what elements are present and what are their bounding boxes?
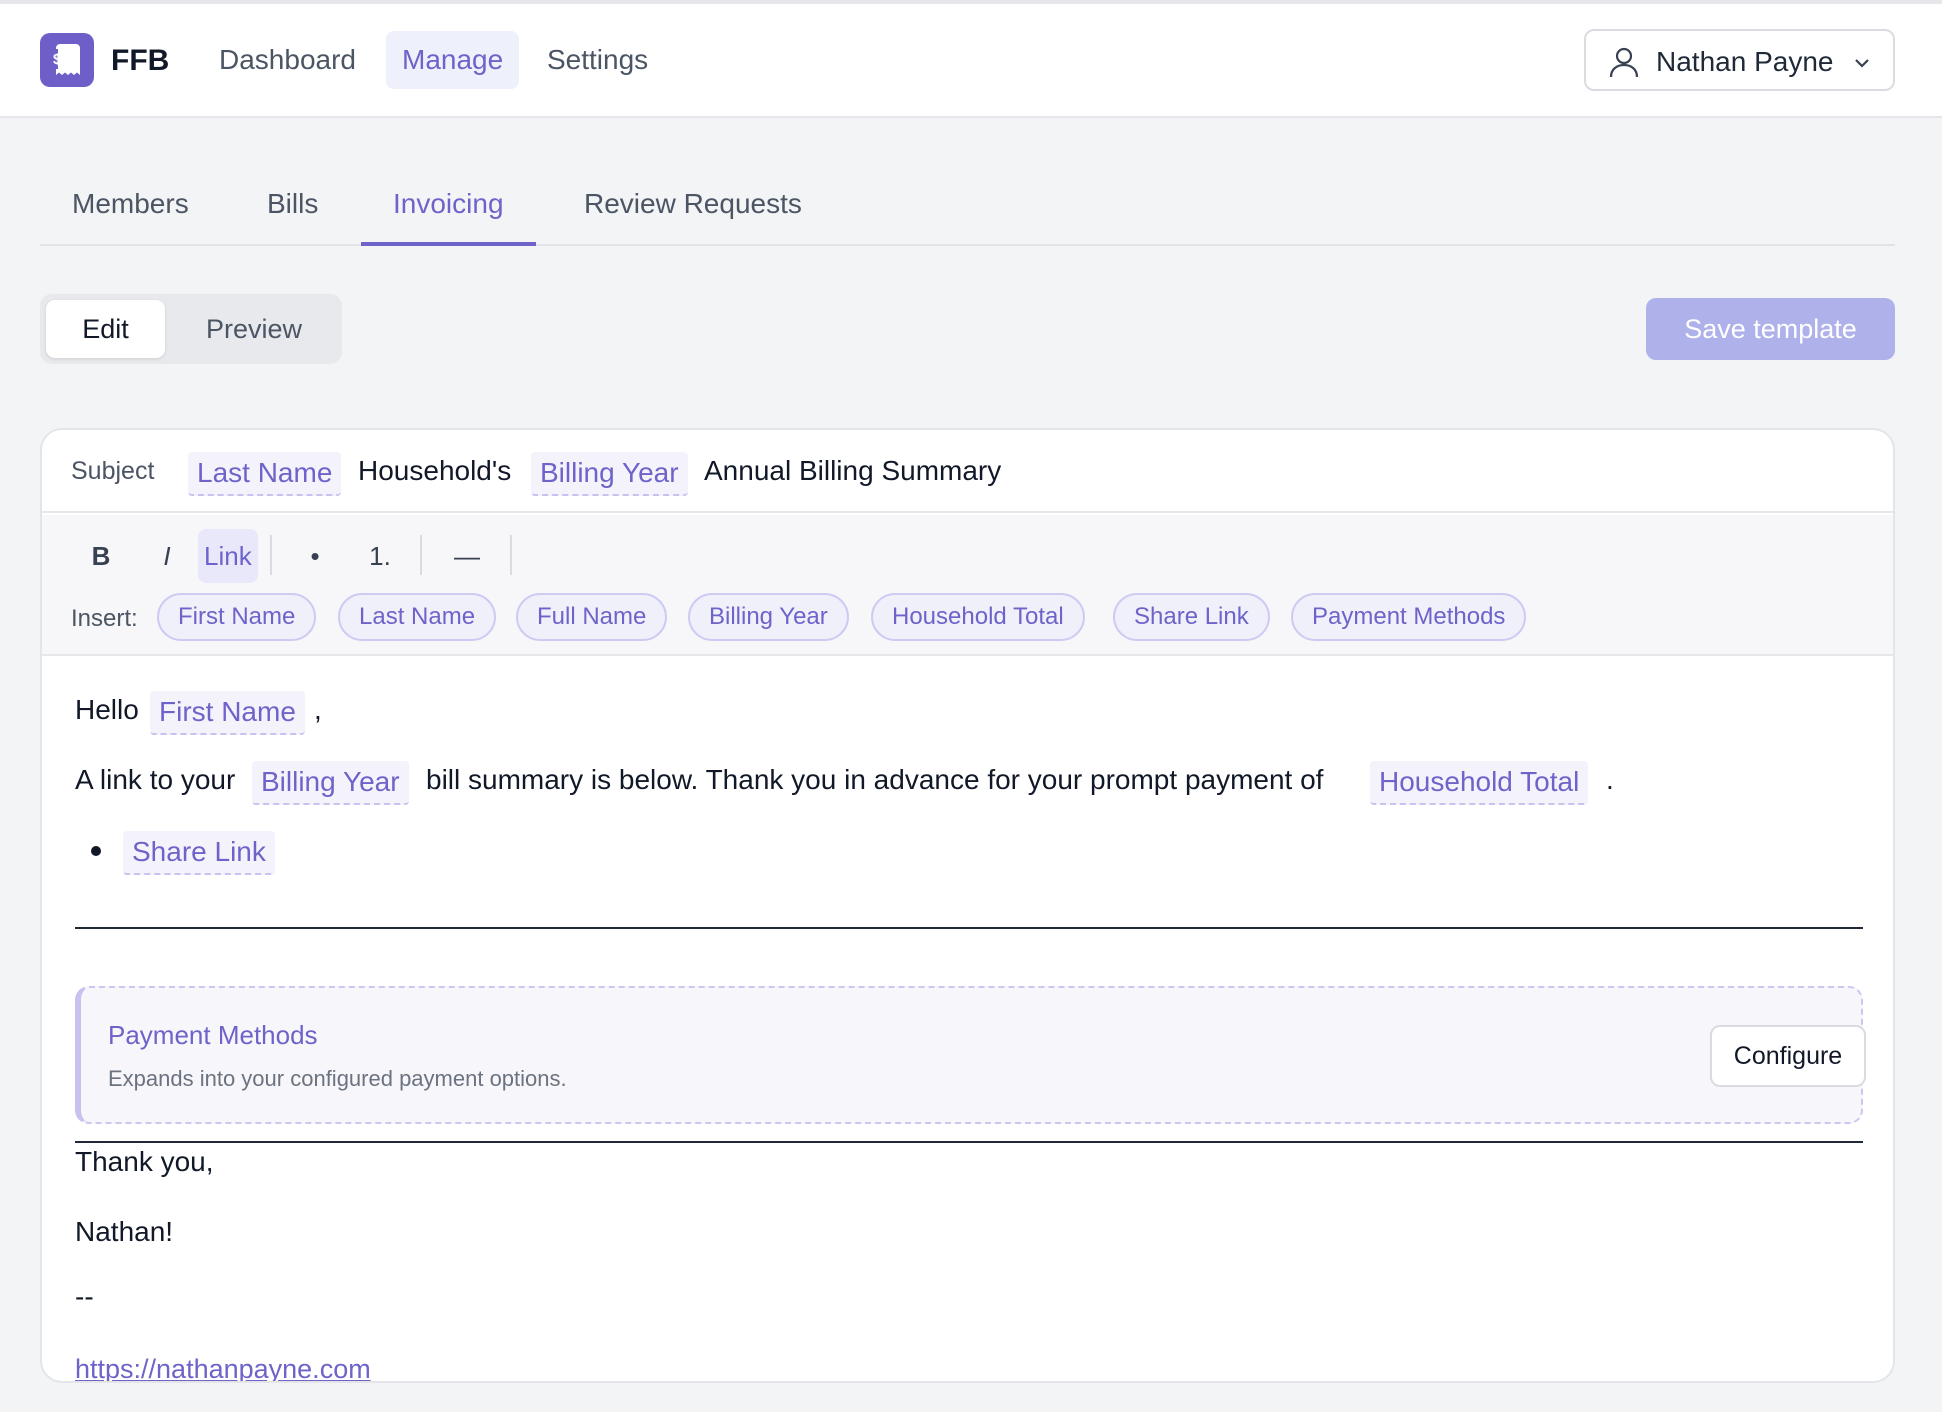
nav-manage[interactable]: Manage — [386, 31, 520, 89]
insert-payment-methods[interactable]: Payment Methods — [1291, 593, 1527, 641]
toolbar-divider — [420, 535, 422, 575]
toolbar-divider — [510, 535, 512, 575]
body-line-text-2: bill summary is below. Thank you in adva… — [426, 764, 1324, 795]
body-var-share-link[interactable]: Share Link — [123, 831, 275, 875]
top-nav: $ FFB Dashboard Manage Settings Nathan P… — [0, 4, 1942, 118]
ordered-list-button[interactable]: 1. — [360, 529, 400, 583]
section-tabs: Members Bills Invoicing Review Requests — [40, 143, 1895, 246]
body-line-period: . — [1606, 764, 1614, 795]
format-toolbar: B I Link • 1. — Insert: First Name Last … — [42, 515, 1893, 656]
insert-billing-year[interactable]: Billing Year — [688, 593, 849, 641]
brand-name: FFB — [111, 44, 170, 77]
template-editor: Subject Last Name Household's Billing Ye… — [40, 428, 1895, 1383]
svg-text:$: $ — [53, 51, 62, 68]
toolbar-divider — [270, 535, 272, 575]
body-var-household-total[interactable]: Household Total — [1370, 761, 1589, 805]
insert-full-name[interactable]: Full Name — [516, 593, 668, 641]
tab-members[interactable]: Members — [40, 143, 221, 246]
signature-separator: -- — [75, 1281, 94, 1312]
link-button[interactable]: Link — [198, 529, 258, 583]
horizontal-rule — [75, 1141, 1863, 1143]
nav-dashboard[interactable]: Dashboard — [203, 31, 372, 89]
list-bullet — [91, 846, 101, 856]
payment-methods-block: Payment Methods Expands into your config… — [75, 986, 1866, 1124]
tab-invoicing[interactable]: Invoicing — [361, 143, 536, 246]
save-template-button[interactable]: Save template — [1646, 298, 1895, 360]
insert-household-total[interactable]: Household Total — [871, 593, 1085, 641]
signature-text: Nathan! — [75, 1216, 174, 1247]
subject-row[interactable]: Subject Last Name Household's Billing Ye… — [42, 430, 1893, 513]
tab-review-requests[interactable]: Review Requests — [552, 143, 834, 246]
email-body-editor[interactable]: Hello First Name , A link to your Billin… — [42, 658, 1893, 1381]
body-var-first-name[interactable]: First Name — [150, 691, 305, 735]
bold-button[interactable]: B — [86, 529, 116, 583]
configure-button[interactable]: Configure — [1710, 1025, 1866, 1087]
insert-first-name[interactable]: First Name — [157, 593, 317, 641]
payment-methods-description: Expands into your configured payment opt… — [108, 1066, 567, 1091]
subject-var-last-name[interactable]: Last Name — [188, 452, 342, 496]
receipt-dollar-icon: $ — [49, 44, 80, 75]
insert-last-name[interactable]: Last Name — [338, 593, 497, 641]
greeting-comma: , — [314, 694, 322, 725]
insert-share-link[interactable]: Share Link — [1113, 593, 1270, 641]
closing-text: Thank you, — [75, 1146, 214, 1177]
bullet-list-button[interactable]: • — [300, 529, 330, 583]
insert-label: Insert: — [71, 605, 138, 632]
greeting-text: Hello — [75, 694, 139, 725]
subject-label: Subject — [71, 457, 155, 485]
payment-methods-title: Payment Methods — [108, 1020, 318, 1050]
subject-var-billing-year[interactable]: Billing Year — [531, 452, 688, 496]
body-var-billing-year[interactable]: Billing Year — [252, 761, 409, 805]
chevron-down-icon — [1855, 59, 1869, 68]
user-menu-button[interactable]: Nathan Payne — [1584, 29, 1895, 91]
app-logo[interactable]: $ — [40, 33, 94, 87]
website-link[interactable]: https://nathanpayne.com — [75, 1354, 371, 1381]
tab-bills[interactable]: Bills — [235, 143, 350, 246]
subject-text: Household's — [358, 455, 512, 486]
preview-mode-button[interactable]: Preview — [174, 300, 334, 358]
horizontal-rule — [75, 927, 1863, 929]
body-line-text: A link to your — [75, 764, 236, 795]
subject-text-2: Annual Billing Summary — [704, 455, 1002, 486]
user-icon — [1609, 47, 1639, 78]
italic-button[interactable]: I — [152, 529, 182, 583]
nav-settings[interactable]: Settings — [531, 31, 664, 89]
horizontal-rule-button[interactable]: — — [447, 529, 487, 583]
user-name: Nathan Payne — [1656, 46, 1834, 77]
edit-mode-button[interactable]: Edit — [46, 300, 165, 358]
mode-toggle: Edit Preview — [40, 294, 342, 364]
